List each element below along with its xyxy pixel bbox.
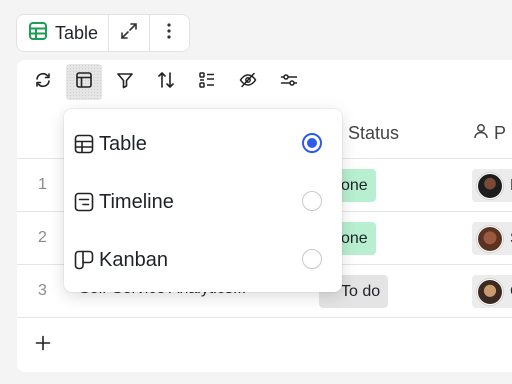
sort-button[interactable] (148, 64, 184, 100)
expand-icon (120, 22, 138, 45)
table-icon (74, 134, 94, 159)
column-header-person[interactable]: P (474, 123, 506, 144)
add-row-button[interactable] (35, 335, 51, 356)
radio-selected[interactable] (302, 133, 322, 153)
row-number: 3 (38, 282, 47, 299)
view-tab-table[interactable]: Table (17, 15, 108, 51)
layout-button[interactable] (66, 64, 102, 100)
fields-button[interactable] (189, 64, 225, 100)
person-icon (474, 123, 488, 144)
hide-fields-button[interactable] (230, 64, 266, 100)
refresh-icon (34, 71, 52, 94)
layout-menu: Table Timeline Kanban (64, 109, 342, 292)
row-number: 2 (38, 229, 47, 246)
hide-icon (239, 71, 257, 94)
row-number: 1 (38, 176, 47, 193)
layout-option-table[interactable]: Table (64, 115, 342, 173)
avatar (477, 278, 503, 305)
avatar (477, 225, 503, 252)
table-icon (29, 21, 47, 45)
refresh-button[interactable] (25, 64, 61, 100)
person-chip[interactable]: E (472, 169, 512, 202)
avatar (477, 172, 503, 199)
layout-option-label: Kanban (99, 249, 168, 271)
expand-button[interactable] (109, 15, 149, 51)
layout-option-label: Table (99, 133, 147, 155)
plus-icon (35, 335, 51, 355)
fields-icon (198, 71, 216, 94)
person-chip[interactable]: C (472, 275, 512, 308)
filter-icon (116, 71, 134, 94)
settings-sliders-icon (280, 71, 298, 94)
column-header-person-label: P (494, 123, 507, 143)
more-vertical-icon (166, 22, 172, 45)
layout-option-timeline[interactable]: Timeline (64, 173, 342, 231)
radio-unselected[interactable] (302, 249, 322, 269)
toolbar (17, 60, 512, 108)
layout-option-label: Timeline (99, 191, 174, 213)
radio-unselected[interactable] (302, 191, 322, 211)
column-header-status[interactable]: Status (348, 123, 399, 144)
view-tab-label: Table (55, 22, 99, 43)
kanban-icon (74, 250, 94, 275)
layout-option-kanban[interactable]: Kanban (64, 231, 342, 289)
filter-button[interactable] (107, 64, 143, 100)
view-tab-bar: Table (16, 14, 190, 52)
layout-icon (75, 71, 93, 94)
more-options-button[interactable] (150, 15, 190, 51)
timeline-icon (74, 192, 94, 217)
sort-icon (157, 71, 175, 94)
settings-button[interactable] (271, 64, 307, 100)
person-chip[interactable]: S (472, 222, 512, 255)
